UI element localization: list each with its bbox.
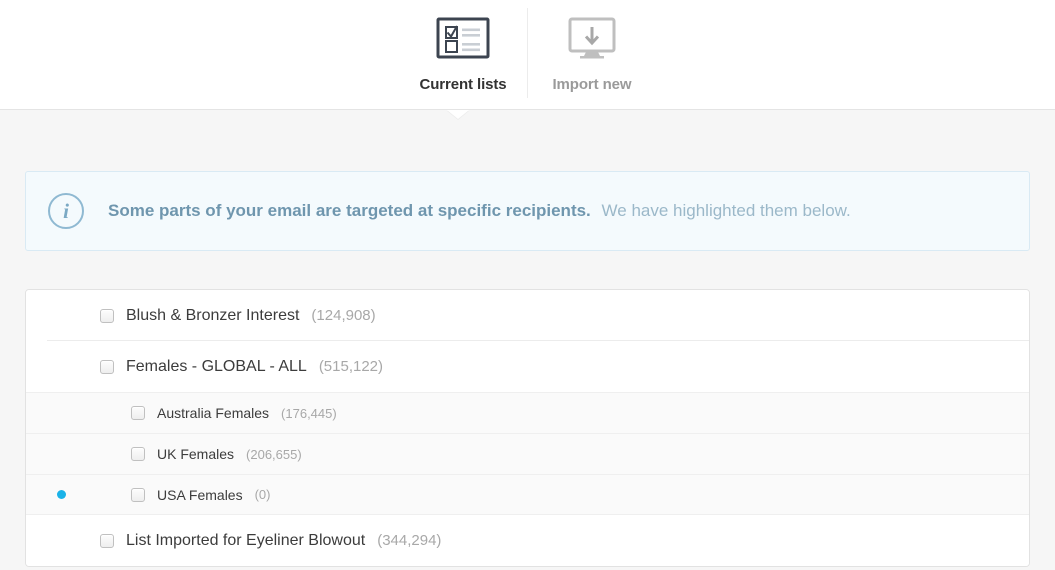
list-count: (0): [254, 487, 271, 502]
list-name: Blush & Bronzer Interest: [126, 306, 300, 324]
list-checkbox[interactable]: [131, 447, 145, 461]
lists-card: Blush & Bronzer Interest (124,908) Femal…: [25, 289, 1030, 567]
row-divider: [47, 340, 1029, 341]
list-name: USA Females: [157, 486, 243, 503]
list-item[interactable]: List Imported for Eyeliner Blowout (344,…: [26, 515, 1029, 566]
tab-current-lists[interactable]: Current lists: [399, 0, 527, 93]
list-checkbox[interactable]: [131, 487, 145, 502]
tab-bar: Current lists Import new: [0, 0, 1055, 110]
list-item[interactable]: Blush & Bronzer Interest (124,908): [26, 290, 1029, 341]
tab-import-new-label: Import new: [552, 76, 632, 93]
app-header: Current lists Import new: [0, 0, 1055, 119]
banner-sub-text: We have highlighted them below.: [601, 200, 851, 220]
targeted-indicator-dot: [57, 490, 66, 499]
checklist-icon: [436, 14, 490, 62]
list-count: (124,908): [311, 307, 376, 324]
tab-import-new[interactable]: Import new: [528, 0, 656, 93]
list-name: UK Females: [157, 446, 235, 462]
page-body: i Some parts of your email are targeted …: [0, 171, 1055, 570]
tab-current-lists-label: Current lists: [419, 76, 507, 93]
monitor-download-icon: [565, 14, 619, 62]
list-count: (515,122): [318, 358, 384, 375]
list-name: Females - GLOBAL - ALL: [126, 357, 307, 375]
banner-text: Some parts of your email are targeted at…: [108, 201, 851, 221]
sublist-item[interactable]: UK Females (206,655): [26, 433, 1029, 474]
list-count: (176,445): [281, 405, 337, 421]
list-count: (344,294): [377, 532, 442, 549]
list-count: (206,655): [246, 446, 302, 462]
banner-strong-text: Some parts of your email are targeted at…: [108, 200, 591, 220]
list-item[interactable]: Females - GLOBAL - ALL (515,122): [26, 340, 1029, 392]
active-tab-notch: [447, 110, 469, 119]
list-checkbox[interactable]: [100, 308, 114, 323]
sublist-item[interactable]: USA Females (0): [26, 474, 1029, 515]
list-checkbox[interactable]: [100, 359, 114, 374]
list-name: List Imported for Eyeliner Blowout: [126, 531, 366, 549]
list-name: Australia Females: [157, 405, 270, 421]
sublist-item[interactable]: Australia Females (176,445): [26, 392, 1029, 433]
list-checkbox[interactable]: [100, 533, 114, 548]
targeting-info-banner: i Some parts of your email are targeted …: [25, 171, 1030, 251]
info-icon: i: [48, 193, 84, 229]
list-checkbox[interactable]: [131, 406, 145, 420]
